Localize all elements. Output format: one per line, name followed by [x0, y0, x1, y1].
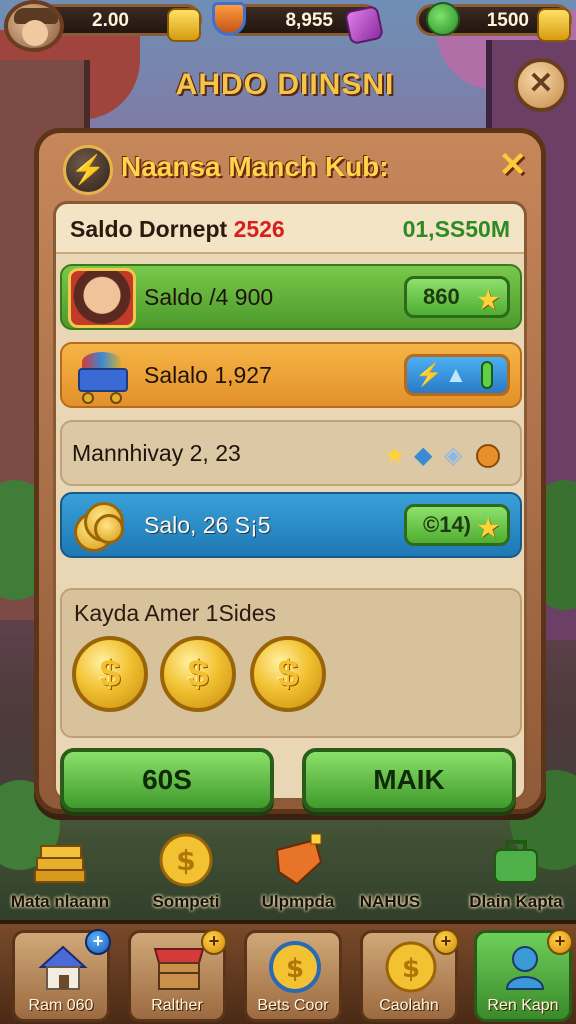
claim-button-label: 860: [423, 284, 460, 309]
plus-badge: +: [547, 929, 573, 955]
reward-panel: ⚡ Naansa Manch Kub: ✕ Saldo Dornept 2526…: [34, 128, 546, 814]
plus-badge: +: [85, 929, 111, 955]
coin-icon: $: [267, 939, 323, 995]
coin-stack-icon: [167, 8, 201, 42]
coin-icon: $: [383, 939, 439, 995]
amber-icon: [476, 444, 500, 468]
svg-text:$: $: [402, 954, 420, 984]
top-hud: 2.00 8,955 1500: [0, 0, 576, 52]
list-item[interactable]: Salo, 26 S¡5 ©14) ★: [60, 492, 522, 558]
nav-item-collection[interactable]: $ + Caolahn: [360, 929, 459, 1022]
bottom-nav: + Ram 060 + Ralther $ Bets Coor $ + Caol…: [0, 920, 576, 1024]
banner-title: AHDO DIINSNI: [175, 68, 395, 101]
panel-close-icon[interactable]: ✕: [499, 145, 528, 185]
saldo-header: Saldo Dornept 2526 01,SS50M: [56, 204, 524, 254]
nav-label: Ram 060: [28, 997, 94, 1014]
house-icon: [35, 939, 91, 995]
crystal-icon: ◈: [444, 442, 463, 469]
drop-icon: ▲: [445, 362, 467, 387]
diamond-icon: ◆: [414, 442, 433, 469]
nav-item-profile[interactable]: + Ren Kapn: [474, 929, 573, 1022]
prize-title: Kayda Amer 1Sides: [74, 600, 277, 626]
shop-label: Mata nlaann: [10, 892, 110, 911]
nav-item-bets[interactable]: $ Bets Coor: [244, 930, 342, 1022]
close-icon[interactable]: ✕: [514, 58, 568, 112]
row-label: Saldo /4 900: [144, 284, 274, 310]
lightning-icon: ⚡: [415, 362, 443, 387]
saldo-green-value: 01,SS50M: [402, 216, 510, 242]
coin-icon: $: [72, 636, 148, 712]
nav-label: Ralther: [151, 997, 203, 1014]
star-icon: ★: [477, 287, 499, 314]
boost-button[interactable]: ⚡ ▲: [404, 354, 510, 396]
gold-bars-icon: [31, 832, 89, 888]
claim-button[interactable]: ©14) ★: [404, 504, 510, 546]
gems-value: 8,955: [285, 10, 333, 31]
panel-title: Naansa Manch Kub:: [121, 151, 389, 182]
coin-stack-icon: [537, 8, 571, 42]
chest-icon: [269, 832, 327, 888]
plus-badge: +: [201, 929, 227, 955]
saldo-label: Saldo Dornept 2526: [70, 216, 285, 242]
row-label: Salo, 26 S¡5: [144, 512, 271, 538]
left-action-button[interactable]: 60S: [60, 748, 274, 812]
star-icon: ★: [477, 515, 499, 542]
mine-cart-icon: [68, 346, 136, 406]
coin-stack-icon: [68, 496, 136, 556]
shop-item-coin[interactable]: $ Sompeti: [126, 832, 246, 912]
nav-label: Caolahn: [379, 997, 439, 1014]
row-label: Salalo 1,927: [144, 362, 272, 388]
player-avatar[interactable]: [4, 0, 64, 52]
shop-label: Dlain Kapta: [469, 892, 563, 911]
right-action-button[interactable]: MAIK: [302, 748, 516, 812]
star-icon: ★: [384, 442, 406, 469]
coin-icon: $: [250, 636, 326, 712]
nav-label: Ren Kapn: [487, 997, 559, 1014]
row-label: Mannhivay 2, 23: [72, 440, 241, 466]
list-item[interactable]: Salalo 1,927 ⚡ ▲: [60, 342, 522, 408]
gems-set-icon: ★ ◆ ◈: [378, 440, 508, 474]
claim-button-label: ©14): [423, 512, 472, 537]
coins-value: 2.00: [92, 10, 129, 31]
lightning-icon: ⚡: [63, 145, 113, 195]
nav-item-home[interactable]: + Ram 060: [12, 929, 111, 1022]
user-icon: [497, 939, 553, 995]
bag-icon: [487, 832, 545, 888]
shop-label: Sompeti: [152, 892, 220, 911]
svg-text:$: $: [176, 844, 195, 877]
hero-portrait-icon: [68, 268, 136, 328]
prize-box: Kayda Amer 1Sides $ $ $: [60, 588, 522, 738]
nav-item-shop[interactable]: + Ralther: [128, 929, 227, 1022]
claim-button[interactable]: 860 ★: [404, 276, 510, 318]
plus-badge: +: [433, 929, 459, 955]
shop-item-nahus[interactable]: NAHUS: [330, 832, 450, 912]
svg-text:$: $: [286, 954, 304, 984]
shield-icon[interactable]: [212, 2, 246, 36]
green-bar-icon: [481, 361, 493, 389]
gift-icon: [343, 4, 385, 46]
shop-stall-icon: [151, 939, 207, 995]
list-item[interactable]: Mannhivay 2, 23 ★ ◆ ◈: [60, 420, 522, 486]
coins-bar[interactable]: 2.00: [40, 4, 202, 42]
leaf-icon: [426, 2, 460, 36]
nav-label: Bets Coor: [257, 997, 329, 1014]
panel-content: Saldo Dornept 2526 01,SS50M Saldo /4 900…: [53, 201, 527, 812]
energy-value: 1500: [486, 10, 529, 31]
shop-item-bag[interactable]: Dlain Kapta: [456, 832, 576, 912]
coin-icon: $: [160, 636, 236, 712]
list-item[interactable]: Saldo /4 900 860 ★: [60, 264, 522, 330]
shop-label: NAHUS: [359, 892, 421, 911]
coin-icon: $: [157, 832, 215, 888]
saldo-red-value: 2526: [233, 216, 285, 242]
shop-item-gold-bars[interactable]: Mata nlaann: [0, 832, 120, 912]
